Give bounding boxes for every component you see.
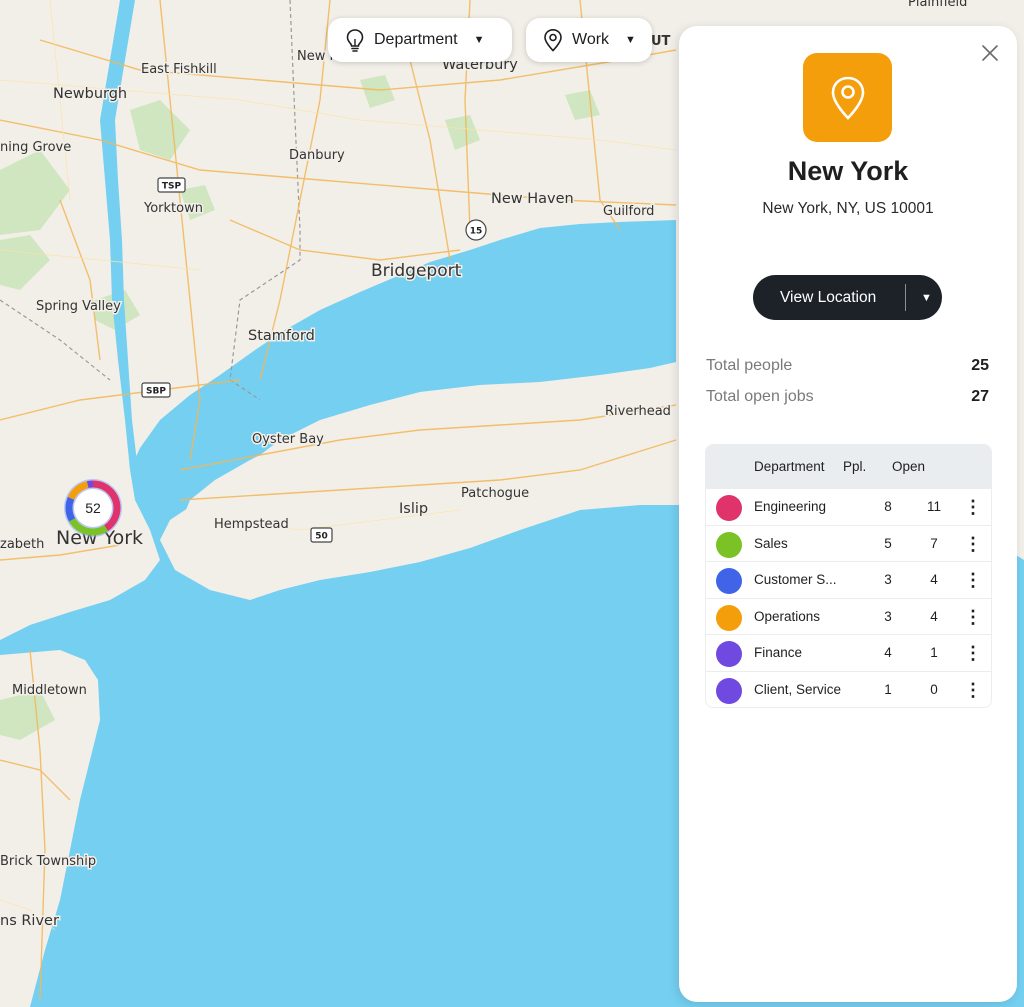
more-options-icon[interactable]: ⋮ — [964, 568, 982, 592]
total-people-label: Total people — [706, 357, 793, 374]
total-open-jobs-value: 27 — [971, 388, 989, 405]
department-color-dot — [716, 495, 742, 521]
department-filter-label: Department — [374, 31, 458, 48]
svg-text:50: 50 — [315, 532, 328, 542]
chevron-down-icon: ▼ — [625, 34, 636, 46]
svg-text:ns River: ns River — [0, 913, 59, 929]
svg-text:Yorktown: Yorktown — [143, 201, 203, 216]
department-color-dot — [716, 531, 742, 558]
column-header-ppl: Ppl. — [843, 459, 867, 474]
svg-text:Oyster Bay: Oyster Bay — [252, 432, 324, 447]
total-open-jobs-stat: Total open jobs 27 — [706, 388, 989, 406]
department-people-count: 8 — [884, 499, 892, 514]
svg-text:UT: UT — [651, 34, 671, 49]
department-open-jobs: 4 — [930, 572, 938, 587]
more-options-icon[interactable]: ⋮ — [964, 641, 982, 665]
cluster-count: 52 — [85, 500, 101, 516]
svg-text:Islip: Islip — [399, 501, 428, 517]
department-people-count: 3 — [884, 572, 892, 587]
work-filter[interactable]: Work ▼ — [526, 18, 652, 62]
department-name: Finance — [754, 645, 803, 660]
svg-text:Guilford: Guilford — [603, 204, 654, 219]
svg-text:15: 15 — [470, 227, 483, 237]
department-open-jobs: 7 — [930, 535, 938, 551]
department-name: Engineering — [754, 499, 827, 514]
department-filter[interactable]: Department ▼ — [328, 18, 512, 62]
table-row[interactable]: Customer S... 3 4 ⋮ — [706, 561, 991, 598]
table-header: Department Ppl. Open — [706, 445, 991, 488]
highway-shield: SBP — [141, 382, 171, 398]
department-people-count: 1 — [884, 681, 892, 697]
total-open-jobs-label: Total open jobs — [706, 388, 814, 405]
department-people-count: 5 — [884, 535, 892, 551]
more-options-icon[interactable]: ⋮ — [964, 532, 982, 556]
location-badge — [803, 53, 892, 142]
table-row[interactable]: Engineering 8 11 ⋮ — [706, 488, 991, 525]
department-name: Client, Service — [754, 681, 842, 697]
svg-text:zabeth: zabeth — [0, 537, 44, 552]
table-row[interactable]: Finance 4 1 ⋮ — [706, 634, 991, 671]
highway-shield: 50 — [310, 527, 333, 543]
department-open-jobs: 0 — [930, 681, 938, 697]
close-icon[interactable] — [981, 44, 999, 62]
svg-text:New Haven: New Haven — [491, 191, 574, 207]
svg-text:Danbury: Danbury — [289, 148, 345, 163]
department-open-jobs: 11 — [926, 499, 941, 514]
department-color-dot — [716, 677, 742, 704]
table-row[interactable]: Sales 5 7 ⋮ — [706, 524, 991, 562]
department-open-jobs: 1 — [930, 645, 938, 660]
svg-text:Brick Township: Brick Township — [0, 854, 96, 869]
highway-shield: 15 — [465, 219, 487, 241]
location-title: New York — [787, 156, 909, 186]
department-open-jobs: 4 — [930, 608, 938, 624]
column-header-department: Department — [754, 459, 825, 474]
location-pin-icon — [831, 76, 864, 120]
svg-text:Patchogue: Patchogue — [461, 486, 529, 501]
table-row[interactable]: Operations 3 4 ⋮ — [706, 597, 991, 635]
more-options-icon[interactable]: ⋮ — [964, 678, 982, 702]
svg-text:Stamford: Stamford — [248, 328, 315, 344]
svg-text:Hempstead: Hempstead — [214, 517, 289, 532]
department-color-dot — [716, 568, 742, 594]
svg-text:Riverhead: Riverhead — [605, 404, 671, 419]
more-options-icon[interactable]: ⋮ — [964, 605, 982, 629]
svg-text:TSP: TSP — [162, 182, 182, 192]
button-divider — [905, 284, 906, 311]
svg-text:East Fishkill: East Fishkill — [141, 62, 217, 77]
location-pin-icon — [544, 28, 562, 52]
svg-text:Newburgh: Newburgh — [53, 86, 127, 102]
chevron-down-icon: ▼ — [473, 34, 485, 46]
department-table: Department Ppl. Open Engineering 8 11 ⋮ Sale… — [705, 444, 992, 708]
total-people-value: 25 — [971, 357, 989, 374]
table-body: Engineering 8 11 ⋮ Sales 5 7 ⋮ Customer S... 3 4 ⋮ O… — [706, 488, 991, 707]
location-cluster-marker[interactable]: 52 — [63, 478, 123, 538]
highway-shield: TSP — [157, 177, 186, 193]
work-filter-label: Work — [572, 31, 610, 48]
department-color-dot — [716, 604, 742, 631]
department-name: Sales — [754, 535, 788, 551]
department-people-count: 3 — [884, 608, 892, 624]
svg-text:Spring Valley: Spring Valley — [36, 299, 121, 314]
department-color-dot — [716, 641, 742, 667]
svg-text:SBP: SBP — [146, 387, 166, 397]
view-location-label: View Location — [780, 288, 877, 306]
svg-text:ning Grove: ning Grove — [0, 140, 71, 155]
svg-text:Bridgeport: Bridgeport — [371, 261, 462, 281]
table-row[interactable]: Client, Service 1 0 ⋮ — [706, 670, 991, 708]
more-options-icon[interactable]: ⋮ — [964, 495, 982, 519]
location-detail-panel: New York New York, NY, US 10001 View Loc… — [679, 26, 1017, 1002]
svg-text:Plainfield: Plainfield — [908, 0, 967, 10]
department-name: Customer S... — [754, 572, 837, 587]
svg-text:Middletown: Middletown — [12, 683, 87, 698]
total-people-stat: Total people 25 — [706, 357, 989, 375]
column-header-open: Open — [892, 459, 926, 474]
view-location-button[interactable]: View Location ▼ — [753, 275, 942, 320]
department-people-count: 4 — [884, 645, 892, 660]
lightbulb-icon — [346, 29, 364, 52]
location-address: New York, NY, US 10001 — [762, 200, 934, 217]
department-name: Operations — [754, 608, 821, 624]
chevron-down-icon[interactable]: ▼ — [921, 292, 932, 304]
